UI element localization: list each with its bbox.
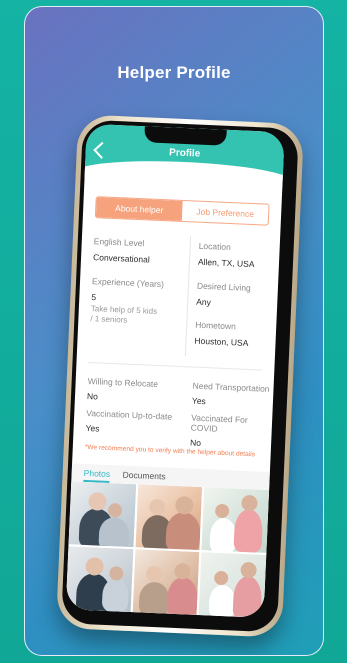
tab-documents[interactable]: Documents — [122, 470, 165, 482]
location-block: Location Allen, TX, USA — [198, 241, 279, 270]
location-label: Location — [198, 240, 232, 253]
covid-block: Vaccinated For COVID No — [190, 413, 275, 452]
desired-living-label: Desired Living — [196, 280, 251, 293]
segment-job-preference[interactable]: Job Preference — [182, 201, 269, 225]
desired-living-block: Desired Living Any — [196, 281, 277, 310]
transport-block: Need Transportation Yes — [192, 381, 275, 410]
covid-label: Vaccinated For COVID — [190, 412, 248, 434]
hometown-block: Hometown Houston, USA — [194, 320, 275, 349]
photo-thumbnail[interactable] — [65, 546, 134, 613]
header-wave — [74, 157, 285, 197]
segment-about-helper[interactable]: About helper — [95, 197, 183, 221]
photo-thumbnail[interactable] — [201, 487, 270, 553]
tab-photos[interactable]: Photos — [83, 468, 110, 479]
phone-mockup: Profile About helper Job Preference Engl… — [55, 114, 305, 638]
transport-label: Need Transportation — [192, 380, 270, 394]
hometown-label: Hometown — [195, 319, 237, 332]
phone-screen: Profile About helper Job Preference Engl… — [65, 123, 285, 618]
transport-value: Yes — [191, 395, 207, 407]
hometown-value: Houston, USA — [194, 335, 249, 348]
promo-card: Helper Profile Profile About helper Job … — [24, 6, 324, 656]
photo-grid — [65, 481, 270, 618]
section-divider — [88, 361, 263, 371]
photo-thumbnail[interactable] — [135, 484, 203, 551]
card-title: Helper Profile — [117, 63, 231, 82]
photo-thumbnail[interactable] — [68, 481, 136, 548]
photo-thumbnail[interactable] — [132, 549, 200, 615]
location-value: Allen, TX, USA — [197, 256, 255, 270]
segment-control: About helper Job Preference — [94, 196, 270, 226]
background: Helper Profile Profile About helper Job … — [0, 0, 347, 663]
photo-thumbnail[interactable] — [198, 552, 267, 618]
